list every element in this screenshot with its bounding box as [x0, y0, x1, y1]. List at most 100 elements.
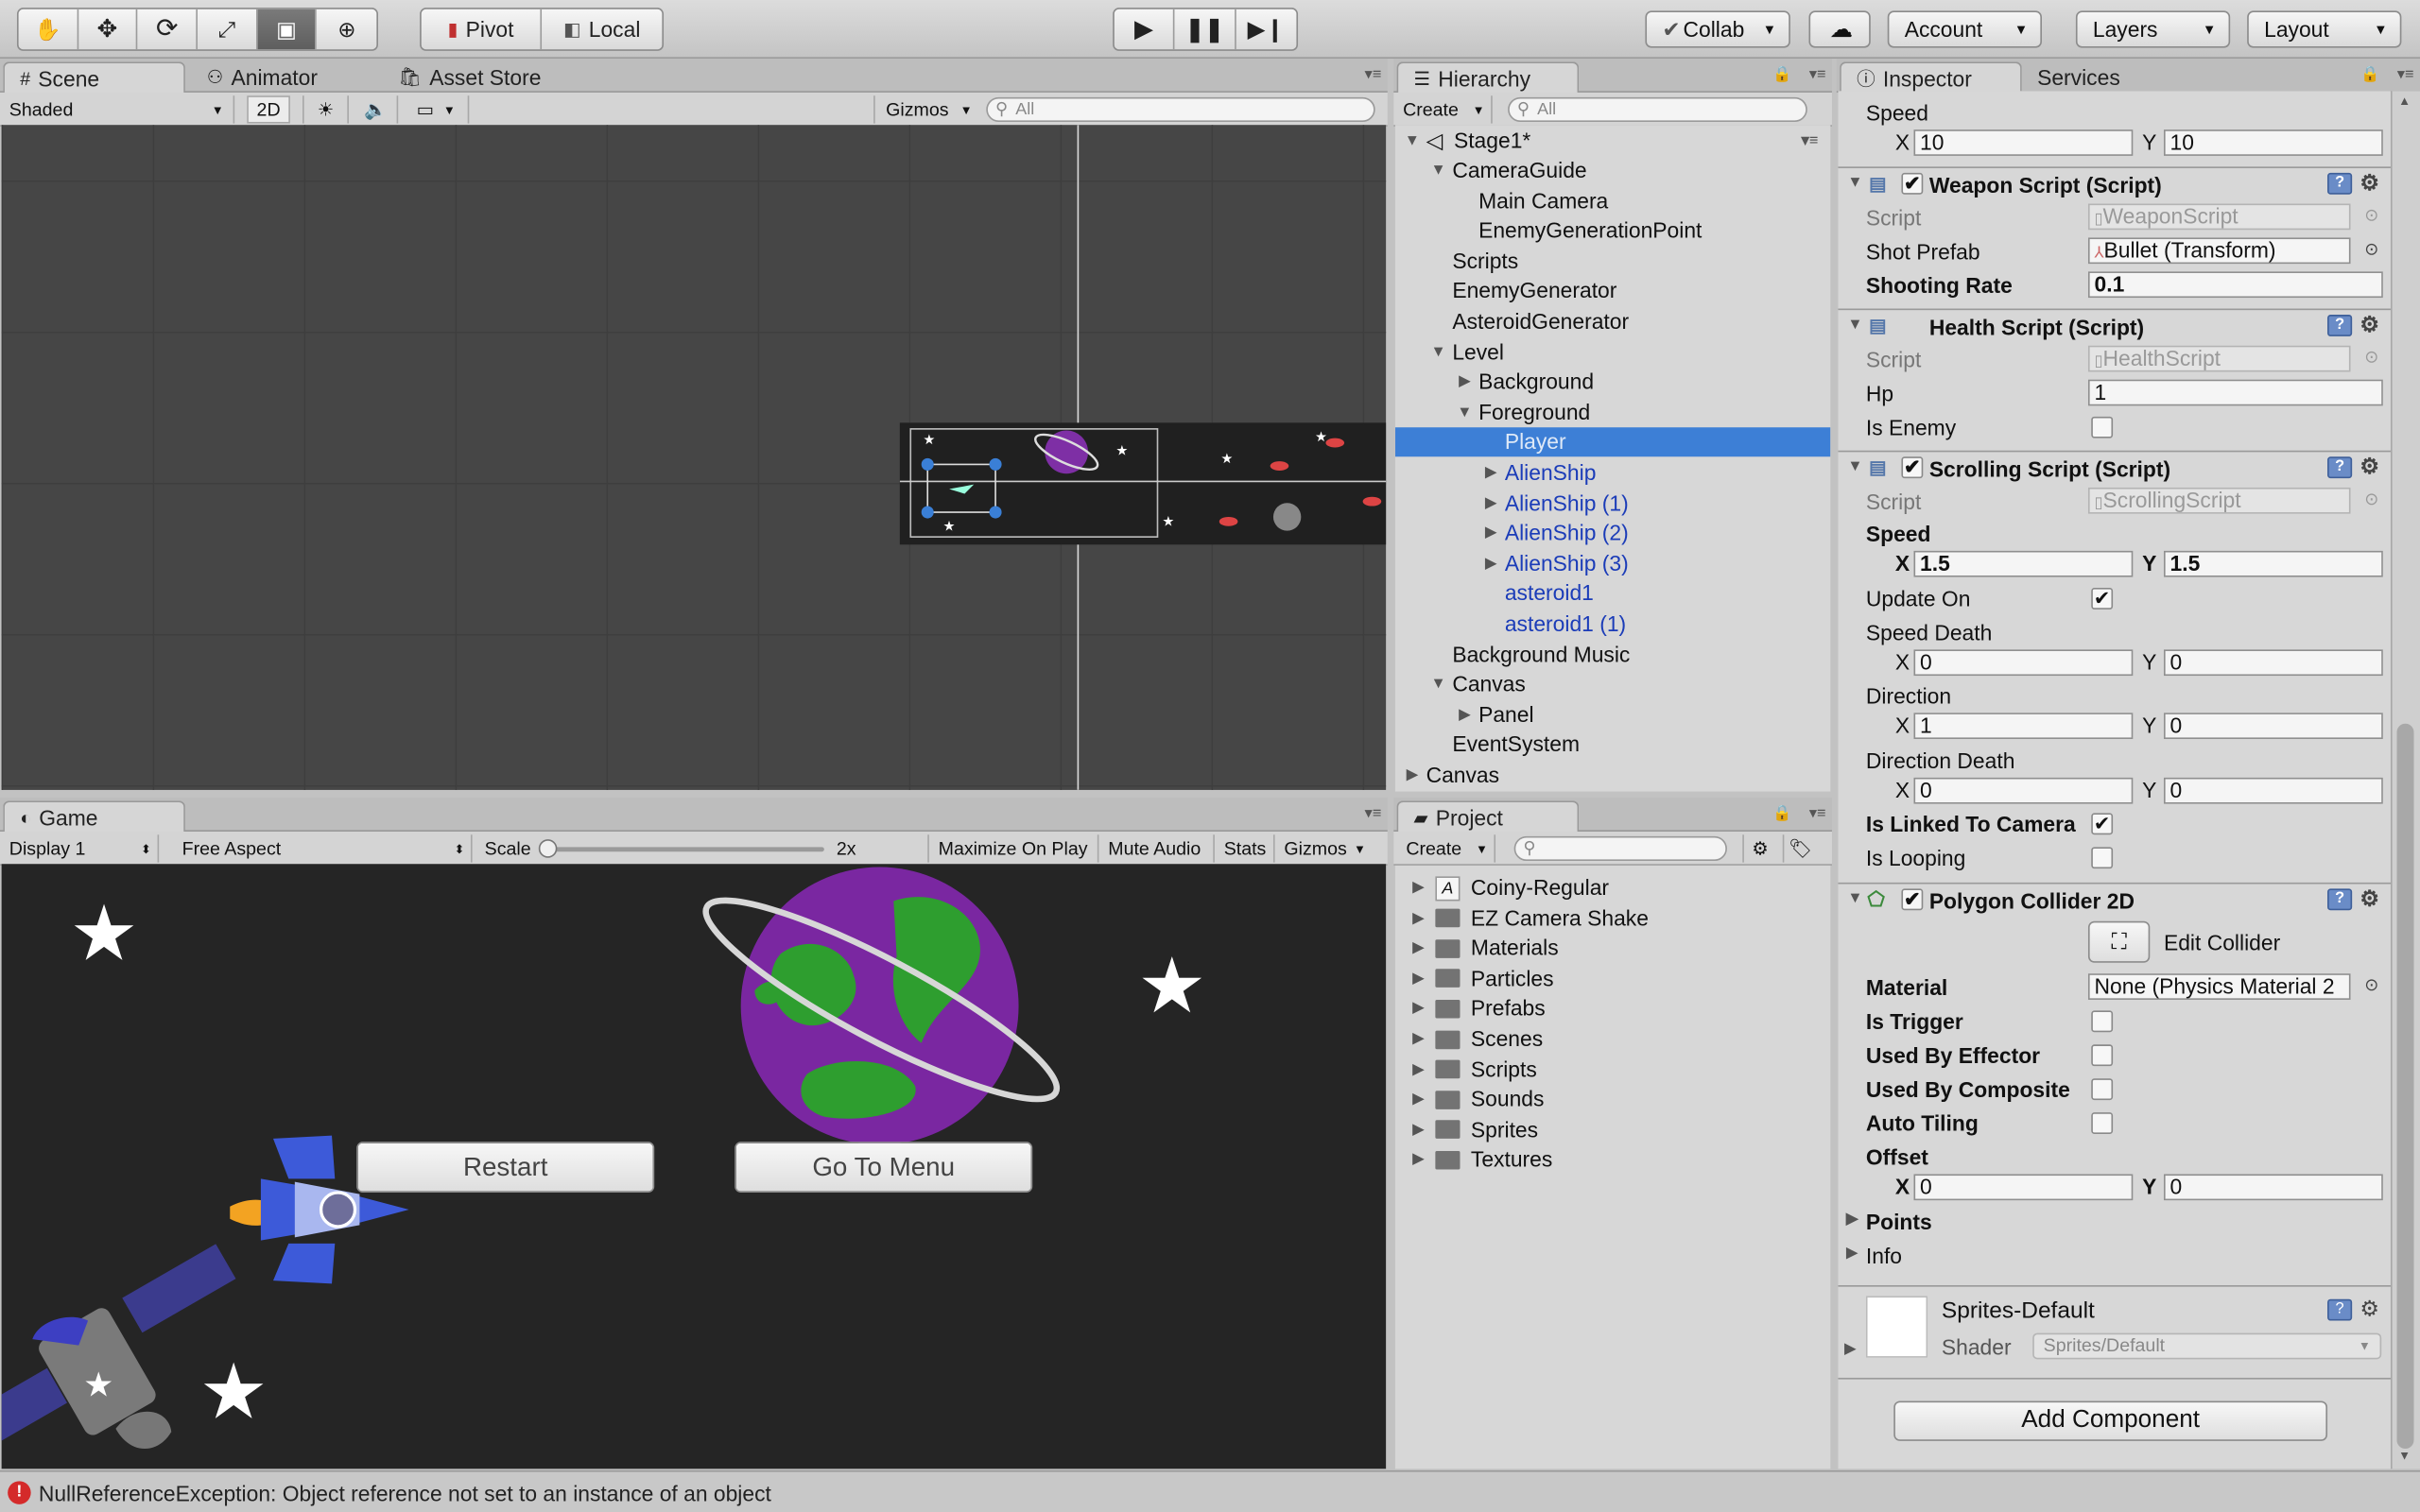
expand-right-icon[interactable]: ▶	[1408, 873, 1429, 902]
go-to-menu-button[interactable]: Go To Menu	[735, 1142, 1033, 1194]
expand-right-icon[interactable]: ▶	[1844, 1341, 1857, 1358]
project-search-input[interactable]: ⚲	[1513, 835, 1727, 862]
scene-gizmos-dropdown[interactable]: Gizmos ▼	[873, 95, 973, 124]
expand-down-icon[interactable]: ▼	[1427, 670, 1449, 699]
scale-tool-button[interactable]: ⤢	[198, 9, 258, 50]
game-view[interactable]: ★ ★ ★ ★ Restart Go To Menu	[1, 864, 1387, 1469]
hierarchy-search-input[interactable]: ⚲ All	[1508, 96, 1807, 122]
auto-tiling-checkbox[interactable]	[2091, 1112, 2114, 1134]
help-icon[interactable]: ?	[2327, 172, 2353, 195]
cloud-button[interactable]: ☁	[1808, 10, 1871, 48]
expand-right-icon[interactable]: ▶	[1408, 934, 1429, 963]
game-gizmos-dropdown[interactable]: Gizmos ▼	[1272, 834, 1375, 863]
hierarchy-item[interactable]: ▶ Background	[1395, 368, 1830, 397]
play-button[interactable]: ▶	[1115, 9, 1176, 50]
layers-dropdown[interactable]: Layers ▼	[2075, 10, 2231, 48]
hierarchy-item[interactable]: Player	[1394, 427, 1831, 457]
scale-slider-thumb[interactable]	[538, 839, 558, 858]
hierarchy-item[interactable]: ▼ CameraGuide	[1395, 156, 1830, 185]
expand-down-icon[interactable]: ▼	[1844, 890, 1866, 907]
expand-down-icon[interactable]: ▼	[1427, 156, 1449, 185]
speed-y-field[interactable]: 10	[2163, 129, 2383, 156]
object-picker-icon[interactable]: ⊙	[2364, 239, 2378, 260]
direction-death-y-field[interactable]: 0	[2163, 777, 2383, 804]
expand-right-icon[interactable]: ▶	[1480, 489, 1502, 518]
expand-right-icon[interactable]: ▶	[1401, 761, 1423, 790]
is-trigger-checkbox[interactable]	[2091, 1010, 2114, 1033]
pivot-button[interactable]: ▮ Pivot	[422, 9, 543, 50]
expand-right-icon[interactable]: ▶	[1408, 1115, 1429, 1144]
local-button[interactable]: ◧ Local	[542, 9, 662, 49]
project-item[interactable]: ▶ Materials	[1408, 934, 1559, 963]
polygon-collider-enabled-checkbox[interactable]: ✔	[1901, 888, 1924, 911]
is-looping-checkbox[interactable]	[2091, 847, 2114, 869]
collab-dropdown[interactable]: ✔ Collab ▼	[1645, 10, 1790, 48]
hierarchy-item[interactable]: asteroid1 (1)	[1395, 610, 1830, 639]
scene-menu-icon[interactable]: ▾≡	[1802, 127, 1819, 156]
maximize-on-play-toggle[interactable]: Maximize On Play	[927, 834, 1097, 863]
lock-icon[interactable]: 🔒	[1772, 805, 1791, 822]
object-picker-icon[interactable]: ⊙	[2364, 975, 2378, 995]
direction-death-x-field[interactable]: 0	[1913, 777, 2134, 804]
lighting-toggle[interactable]: ☀	[302, 95, 349, 124]
speed-x-field[interactable]: 10	[1913, 129, 2134, 156]
display-dropdown[interactable]: Display 1 ⬍	[9, 834, 160, 863]
used-by-composite-checkbox[interactable]	[2091, 1078, 2114, 1101]
expand-down-icon[interactable]: ▼	[1844, 174, 1866, 191]
project-item[interactable]: ▶ A Coiny-Regular	[1408, 873, 1609, 902]
edit-collider-button[interactable]: ⛶	[2087, 920, 2151, 963]
scrolling-script-enabled-checkbox[interactable]: ✔	[1901, 456, 1924, 479]
expand-right-icon[interactable]: ▶	[1408, 964, 1429, 993]
gear-icon[interactable]: ⚙	[2360, 454, 2379, 480]
expand-right-icon[interactable]: ▶	[1408, 1055, 1429, 1084]
expand-down-icon[interactable]: ▼	[1427, 337, 1449, 367]
scale-slider-track[interactable]	[543, 847, 824, 852]
project-item[interactable]: ▶ Particles	[1408, 964, 1553, 993]
expand-right-icon[interactable]: ▶	[1408, 1145, 1429, 1175]
hierarchy-item[interactable]: AsteroidGenerator	[1395, 307, 1830, 336]
shading-mode-dropdown[interactable]: Shaded ▼	[9, 95, 235, 124]
filter-by-label-button[interactable]: 🏷	[1782, 834, 1817, 863]
panel-menu-icon[interactable]: ▾≡	[1809, 805, 1826, 822]
is-linked-to-camera-checkbox[interactable]: ✔	[2091, 813, 2114, 835]
expand-down-icon[interactable]: ▼	[1454, 398, 1476, 427]
expand-right-icon[interactable]: ▶	[1841, 1246, 1863, 1263]
scroll-speed-x-field[interactable]: 1.5	[1913, 550, 2134, 577]
offset-y-field[interactable]: 0	[2163, 1174, 2383, 1201]
gear-icon[interactable]: ⚙	[2360, 885, 2379, 912]
tab-game[interactable]: ◐ Game	[3, 800, 185, 832]
status-bar[interactable]: ! NullReferenceException: Object referen…	[0, 1469, 2420, 1512]
scroll-down-icon[interactable]: ▼	[2398, 1449, 2411, 1463]
expand-right-icon[interactable]: ▶	[1408, 1085, 1429, 1114]
expand-right-icon[interactable]: ▶	[1480, 519, 1502, 548]
scroll-up-icon[interactable]: ▲	[2398, 94, 2411, 109]
scrolling-script-header[interactable]: ▼ ▤ ✔ Scrolling Script (Script) ? ⚙	[1838, 450, 2391, 485]
project-item[interactable]: ▶ Sprites	[1408, 1115, 1538, 1144]
rotate-tool-button[interactable]: ⟳	[138, 9, 199, 50]
shader-dropdown[interactable]: Sprites/Default ▼	[2032, 1332, 2382, 1360]
hierarchy-create-dropdown[interactable]: Create ▼	[1403, 95, 1493, 124]
mute-audio-toggle[interactable]: Mute Audio	[1097, 834, 1210, 863]
gear-icon[interactable]: ⚙	[2360, 1296, 2379, 1322]
offset-x-field[interactable]: 0	[1913, 1174, 2134, 1201]
expand-down-icon[interactable]: ▼	[1401, 127, 1423, 156]
expand-right-icon[interactable]: ▶	[1454, 368, 1476, 397]
expand-down-icon[interactable]: ▼	[1844, 317, 1866, 334]
panel-menu-icon[interactable]: ▾≡	[1364, 66, 1381, 83]
info-foldout[interactable]: ▶ Info	[1846, 1244, 1902, 1268]
hierarchy-item[interactable]: ▼ Foreground	[1395, 398, 1830, 427]
lock-icon[interactable]: 🔒	[1772, 66, 1791, 83]
panel-menu-icon[interactable]: ▾≡	[1364, 805, 1381, 822]
help-icon[interactable]: ?	[2327, 888, 2353, 911]
update-on-checkbox[interactable]: ✔	[2091, 588, 2114, 610]
lock-icon[interactable]: 🔒	[2360, 66, 2379, 83]
restart-button[interactable]: Restart	[356, 1142, 655, 1194]
project-item[interactable]: ▶ EZ Camera Shake	[1408, 903, 1649, 933]
rect-tool-button[interactable]: ▣	[257, 9, 318, 50]
speed-death-y-field[interactable]: 0	[2163, 649, 2383, 677]
expand-right-icon[interactable]: ▶	[1480, 549, 1502, 578]
hierarchy-item[interactable]: ▼ Level	[1395, 337, 1830, 367]
expand-right-icon[interactable]: ▶	[1480, 458, 1502, 488]
physics-material-field[interactable]: None (Physics Material 2	[2087, 973, 2351, 1000]
weapon-script-enabled-checkbox[interactable]: ✔	[1901, 172, 1924, 195]
